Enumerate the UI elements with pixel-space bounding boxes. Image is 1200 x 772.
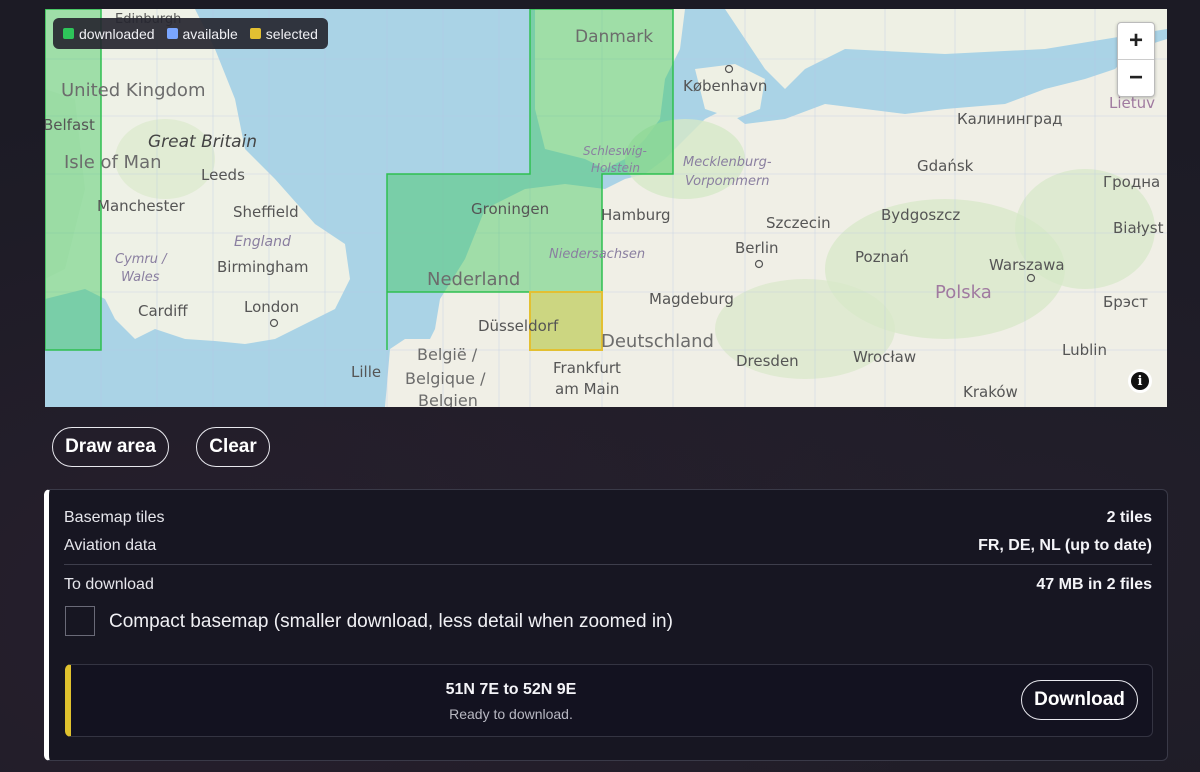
download-button[interactable]: Download: [1021, 680, 1138, 720]
legend-selected: selected: [249, 25, 318, 42]
map-label-szczecin: Szczecin: [766, 214, 831, 232]
map-label-nederland: Nederland: [427, 269, 520, 290]
map-label-poznan: Poznań: [855, 248, 909, 266]
map-label-grodno: Гродна: [1103, 173, 1160, 191]
map-view[interactable]: Edinburgh United Kingdom Belfast Great B…: [45, 9, 1167, 407]
map-label-manchester: Manchester: [97, 197, 186, 215]
to-download-value: 47 MB in 2 files: [1036, 576, 1152, 593]
job-status: Ready to download.: [449, 706, 573, 722]
map-label-hamburg: Hamburg: [601, 206, 671, 224]
map-label-uk: United Kingdom: [61, 80, 205, 101]
map-label-dusseldorf: Düsseldorf: [478, 317, 559, 335]
map-label-frankfurt: Frankfurt: [553, 359, 621, 377]
map-label-belgien: Belgien: [418, 391, 478, 407]
clear-button[interactable]: Clear: [196, 427, 270, 467]
basemap-row: Basemap tiles 2 tiles: [64, 509, 1152, 527]
download-job-card: 51N 7E to 52N 9E Ready to download. Down…: [65, 664, 1153, 737]
map-label-kobenhavn: København: [683, 77, 767, 95]
map-label-mecklenburg: Mecklenburg-: [683, 155, 772, 170]
to-download-row: To download 47 MB in 2 files: [64, 576, 1152, 594]
map-label-leeds: Leeds: [201, 166, 245, 184]
map-label-niedersachsen: Niedersachsen: [549, 247, 645, 262]
legend-label-downloaded: downloaded: [79, 25, 155, 42]
map-label-polska: Polska: [935, 282, 992, 303]
zoom-control: + −: [1117, 22, 1155, 97]
map-label-groningen: Groningen: [471, 200, 549, 218]
map-label-danmark: Danmark: [575, 27, 653, 47]
map-label-wales: Wales: [121, 270, 160, 285]
compact-basemap-checkbox[interactable]: [65, 606, 95, 636]
map-info-button[interactable]: i: [1128, 369, 1152, 393]
legend-available: available: [166, 25, 238, 42]
map-label-lublin: Lublin: [1062, 341, 1107, 359]
map-label-great-britain: Great Britain: [148, 132, 257, 152]
to-download-label: To download: [64, 576, 154, 593]
map-label-warszawa: Warszawa: [989, 256, 1065, 274]
map-label-isle-of-man: Isle of Man: [64, 152, 162, 173]
job-title: 51N 7E to 52N 9E: [445, 681, 577, 698]
map-label-sheffield: Sheffield: [233, 203, 299, 221]
compact-basemap-label[interactable]: Compact basemap (smaller download, less …: [109, 611, 673, 633]
map-label-cymru: Cymru /: [115, 252, 168, 267]
map-label-deutschland: Deutschland: [601, 331, 714, 352]
map-label-bialystok: Białyst: [1113, 219, 1164, 237]
zoom-in-button[interactable]: +: [1118, 23, 1154, 59]
aviation-value: FR, DE, NL (up to date): [978, 537, 1152, 554]
map-label-schleswig: Schleswig-: [583, 144, 647, 158]
basemap-label: Basemap tiles: [64, 509, 165, 526]
legend-downloaded: downloaded: [63, 26, 155, 42]
map-label-lille: Lille: [351, 363, 381, 381]
legend-swatch-selected: [249, 28, 261, 39]
download-summary-panel: Basemap tiles 2 tiles Aviation data FR, …: [44, 489, 1168, 761]
map-label-belfast: Belfast: [45, 116, 95, 134]
info-icon: i: [1131, 372, 1149, 390]
map-label-bydgoszcz: Bydgoszcz: [881, 206, 960, 224]
map-label-wroclaw: Wrocław: [853, 348, 916, 366]
map-label-magdeburg: Magdeburg: [649, 290, 734, 308]
map-label-am-main: am Main: [555, 380, 619, 398]
map-label-england: England: [234, 234, 291, 250]
map-canvas[interactable]: Edinburgh United Kingdom Belfast Great B…: [45, 9, 1167, 407]
legend-swatch-downloaded: [63, 28, 74, 39]
summary-divider: [64, 564, 1152, 565]
aviation-row: Aviation data FR, DE, NL (up to date): [64, 537, 1152, 555]
zoom-out-button[interactable]: −: [1118, 59, 1154, 96]
basemap-value: 2 tiles: [1106, 509, 1152, 526]
map-label-kaliningrad: Калининград: [957, 110, 1063, 128]
map-label-gdansk: Gdańsk: [917, 157, 974, 175]
map-legend: downloaded available selected: [53, 18, 328, 49]
map-label-vorpommern: Vorpommern: [685, 174, 770, 189]
map-label-birmingham: Birmingham: [217, 258, 308, 276]
map-label-cardiff: Cardiff: [138, 302, 188, 320]
aviation-label: Aviation data: [64, 537, 157, 554]
legend-label-selected: selected: [265, 25, 318, 42]
map-label-belgie: België /: [417, 345, 478, 364]
map-label-belgique: Belgique /: [405, 369, 486, 388]
map-label-berlin: Berlin: [735, 239, 779, 257]
map-label-london: London: [244, 298, 299, 316]
legend-swatch-available: [166, 28, 178, 39]
map-label-krakow: Kraków: [963, 383, 1018, 401]
draw-area-button[interactable]: Draw area: [52, 427, 169, 467]
legend-label-available: available: [182, 25, 238, 42]
map-label-dresden: Dresden: [736, 352, 799, 370]
map-label-holstein: Holstein: [591, 161, 640, 175]
map-label-brest: Брэст: [1103, 293, 1148, 311]
